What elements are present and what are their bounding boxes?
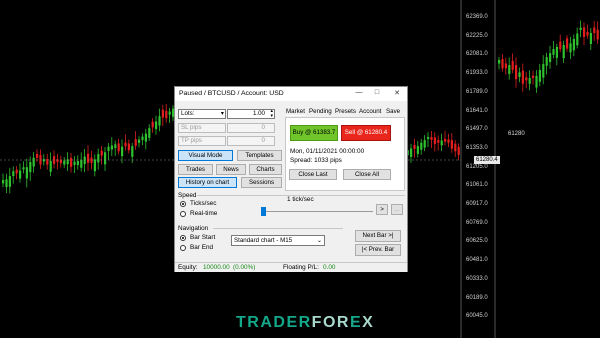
- equity-percent: (0.00%): [233, 264, 256, 271]
- real-time-radio[interactable]: [180, 211, 186, 217]
- sl-select: SL pips: [178, 123, 226, 133]
- trades-button[interactable]: Trades: [178, 164, 213, 175]
- price-tick-label: 60481.0: [466, 257, 488, 264]
- bar-end-radio[interactable]: [180, 245, 186, 251]
- price-tick-label: 60625.0: [466, 238, 488, 245]
- bar-end-label: Bar End: [190, 244, 214, 251]
- price-tick-label: 61789.0: [466, 88, 488, 95]
- real-time-label: Real-time: [190, 210, 218, 217]
- prev-bar-button[interactable]: |< Prev. Bar: [355, 244, 401, 256]
- price-tick-label: 62081.0: [466, 51, 488, 58]
- ticks-sec-radio[interactable]: [180, 201, 186, 207]
- price-tick-label: 61641.0: [466, 107, 488, 114]
- close-icon[interactable]: ✕: [391, 89, 403, 97]
- tp-label: TP pips: [181, 137, 202, 144]
- templates-button[interactable]: Templates: [237, 150, 282, 161]
- charts-button[interactable]: Charts: [249, 164, 282, 175]
- lots-type-select[interactable]: Lots: ▾: [178, 109, 226, 119]
- tp-input: 0: [227, 136, 275, 146]
- news-button[interactable]: News: [216, 164, 246, 175]
- sl-label: SL pips: [181, 124, 202, 131]
- sl-input: 0: [227, 123, 275, 133]
- minimize-icon[interactable]: —: [353, 89, 365, 96]
- tp-select: TP pips: [178, 136, 226, 146]
- title-bar[interactable]: Paused / BTCUSD / Account: USD — □ ✕: [175, 87, 407, 101]
- close-all-button[interactable]: Close All: [343, 169, 391, 180]
- price-tick-label: 60045.0: [466, 313, 488, 320]
- price-tick-label: 61933.0: [466, 70, 488, 77]
- speed-value: 1 tick/sec: [287, 196, 314, 203]
- tab-presets[interactable]: Presets: [335, 108, 356, 115]
- price-tick-label: 61353.0: [466, 144, 488, 151]
- bar-start-radio[interactable]: [180, 235, 186, 241]
- price-tick-label: 60917.0: [466, 201, 488, 207]
- speed-slider-thumb[interactable]: [261, 207, 266, 216]
- buy-button[interactable]: Buy @ 61383.7: [290, 125, 338, 141]
- chevron-down-icon: ⌄: [316, 237, 322, 244]
- equity-label: Equity:: [178, 264, 198, 271]
- price-tick-label: 62369.0: [466, 14, 488, 20]
- price-tick-label: 62225.0: [466, 32, 488, 39]
- price-tick-label: 60189.0: [466, 294, 488, 301]
- navigation-label: Navigation: [178, 225, 209, 232]
- play-button[interactable]: >: [376, 204, 388, 215]
- sell-button[interactable]: Sell @ 61280.4: [341, 125, 391, 141]
- equity-value: 10000.00: [203, 264, 230, 271]
- close-last-button[interactable]: Close Last: [289, 169, 337, 180]
- traderforex-watermark: TRADERFOREX: [236, 314, 374, 332]
- bar-start-label: Bar Start: [190, 234, 216, 241]
- tab-pending[interactable]: Pending: [309, 108, 332, 115]
- price-marker: 61280: [506, 130, 527, 138]
- lots-input[interactable]: 1.00 ▴ ▾: [227, 109, 275, 119]
- price-tick-label: 61205.0: [466, 163, 488, 170]
- lots-value: 1.00: [252, 110, 265, 117]
- maximize-icon[interactable]: □: [371, 89, 383, 96]
- price-tick-label: 61497.0: [466, 126, 488, 133]
- chart-select-value: Standard chart - M15: [234, 237, 293, 244]
- tab-market[interactable]: Market: [286, 108, 305, 116]
- spread-text: Spread: 1033 pips: [290, 157, 342, 164]
- tab-account[interactable]: Account: [359, 108, 381, 115]
- window-title: Paused / BTCUSD / Account: USD: [179, 90, 284, 97]
- sessions-button[interactable]: Sessions: [241, 177, 282, 188]
- sl-value: 0: [261, 124, 265, 131]
- floating-pl-value: 0.00: [323, 264, 336, 271]
- lots-label: Lots:: [181, 110, 195, 117]
- next-bar-button[interactable]: Next Bar >|: [355, 230, 401, 242]
- price-tick-label: 60769.0: [466, 219, 488, 226]
- watermark-part: X: [362, 314, 375, 331]
- watermark-part: E: [349, 314, 363, 331]
- speed-slider-track[interactable]: [263, 211, 373, 212]
- ticks-sec-label: Ticks/sec: [190, 200, 217, 207]
- spinner-icon[interactable]: ▴ ▾: [270, 109, 273, 119]
- price-tick-label: 60333.0: [466, 275, 488, 282]
- watermark-part: TRADER: [236, 314, 312, 331]
- chart-select[interactable]: Standard chart - M15 ⌄: [231, 235, 325, 246]
- divider: [213, 228, 343, 229]
- history-on-chart-button[interactable]: History on chart: [178, 177, 237, 188]
- watermark-part: FOR: [311, 314, 350, 331]
- chevron-down-icon: ▾: [220, 110, 224, 117]
- price-tick-label: 61061.0: [466, 182, 488, 189]
- speed-label: Speed: [178, 192, 197, 199]
- current-datetime: Mon, 01/11/2021 00:00:00: [290, 148, 365, 155]
- current-price-tag: 61280.4: [474, 156, 500, 164]
- more-button[interactable]: ...: [391, 204, 403, 215]
- visual-backtest-dialog: Paused / BTCUSD / Account: USD — □ ✕ Lot…: [174, 86, 408, 272]
- status-bar: Equity: 10000.00 (0.00%) Floating P/L: 0…: [175, 262, 407, 272]
- tab-save[interactable]: Save: [386, 108, 400, 115]
- tp-value: 0: [261, 137, 265, 144]
- visual-mode-button[interactable]: Visual Mode: [178, 150, 233, 161]
- floating-pl-label: Floating P/L:: [283, 264, 319, 271]
